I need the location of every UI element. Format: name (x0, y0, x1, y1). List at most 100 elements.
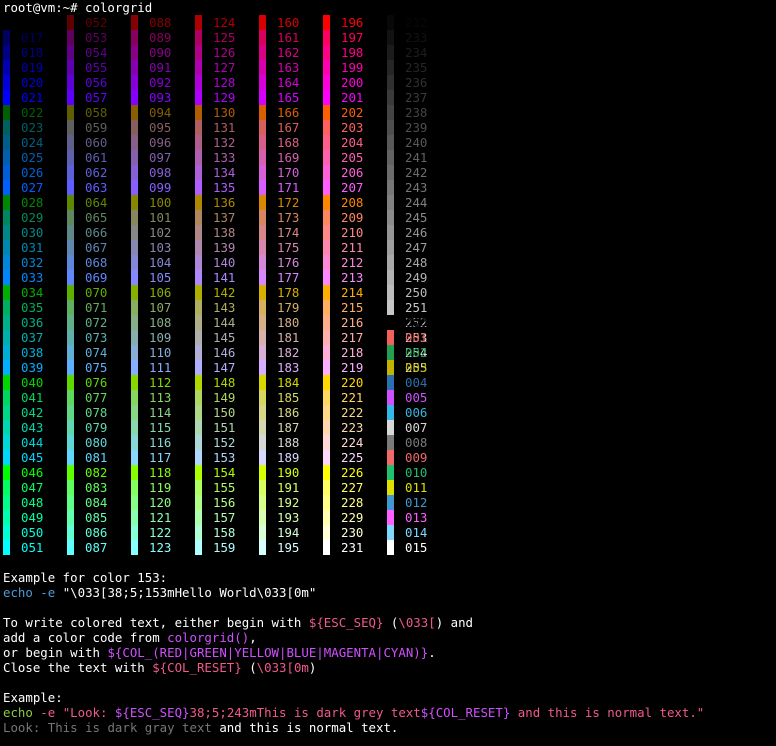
color-swatch (259, 285, 266, 300)
color-swatch (323, 240, 330, 255)
color-code-label: 223 (341, 420, 364, 435)
color-swatch (387, 540, 394, 555)
color-cell-41: 041 (3, 390, 43, 405)
color-swatch (259, 45, 266, 60)
color-code-label: 053 (85, 30, 108, 45)
color-code-label: 244 (405, 195, 428, 210)
color-cell-237: 237 (387, 90, 427, 105)
color-cell-248: 248 (387, 255, 427, 270)
color-code-label: 035 (21, 300, 44, 315)
color-code-label: 043 (21, 420, 44, 435)
color-cell-186: 186 (259, 405, 299, 420)
color-code-label: 124 (213, 15, 236, 30)
color-cell-89: 089 (131, 30, 171, 45)
color-swatch (195, 360, 202, 375)
color-swatch (259, 240, 266, 255)
color-swatch (387, 420, 394, 435)
color-code-label: 090 (149, 45, 172, 60)
color-swatch (259, 225, 266, 240)
color-code-label: 182 (277, 345, 300, 360)
color-cell-223: 223 (323, 420, 363, 435)
color-cell-63: 063 (67, 180, 107, 195)
color-code-label: 104 (149, 255, 172, 270)
color-swatch (387, 480, 394, 495)
output-grey-text: This is dark gray text (47, 720, 212, 735)
color-cell-228: 228 (323, 495, 363, 510)
color-code-label: 000 (405, 315, 428, 330)
color-cell-93: 093 (131, 90, 171, 105)
color-cell-102: 102 (131, 225, 171, 240)
color-cell-119: 119 (131, 480, 171, 495)
color-swatch (67, 120, 74, 135)
color-code-label: 117 (149, 450, 172, 465)
color-cell-43: 043 (3, 420, 43, 435)
color-swatch (67, 450, 74, 465)
color-code-label: 209 (341, 210, 364, 225)
color-code-label: 230 (341, 525, 364, 540)
color-swatch (259, 105, 266, 120)
color-swatch (3, 420, 10, 435)
color-code-label: 225 (341, 450, 364, 465)
color-cell-61: 061 (67, 150, 107, 165)
color-cell-44: 044 (3, 435, 43, 450)
color-swatch (3, 345, 10, 360)
color-code-label: 141 (213, 270, 236, 285)
color-cell-115: 115 (131, 420, 171, 435)
help-line-4: Close the text with ${COL_RESET} (\033[0… (3, 660, 316, 675)
color-cell-227: 227 (323, 480, 363, 495)
color-swatch (131, 345, 138, 360)
color-swatch (195, 300, 202, 315)
color-swatch (3, 240, 10, 255)
color-cell-192: 192 (259, 495, 299, 510)
color-swatch (387, 255, 394, 270)
color-code-label: 203 (341, 120, 364, 135)
color-code-label: 207 (341, 180, 364, 195)
color-cell-70: 070 (67, 285, 107, 300)
color-cell-6: 006 (387, 405, 427, 420)
color-swatch (195, 90, 202, 105)
color-swatch (131, 270, 138, 285)
color-cell-201: 201 (323, 90, 363, 105)
color-code-label: 081 (85, 450, 108, 465)
color-code-label: 084 (85, 495, 108, 510)
color-code-label: 121 (149, 510, 172, 525)
color-swatch (67, 420, 74, 435)
color-swatch (67, 195, 74, 210)
color-code-label: 191 (277, 480, 300, 495)
color-swatch (67, 225, 74, 240)
color-cell-45: 045 (3, 450, 43, 465)
color-swatch (67, 345, 74, 360)
esc-seq-var: ${ESC_SEQ} (114, 705, 190, 720)
color-cell-128: 128 (195, 75, 235, 90)
color-cell-29: 029 (3, 210, 43, 225)
color-cell-58: 058 (67, 105, 107, 120)
color-code-label: 217 (341, 330, 364, 345)
color-swatch (387, 180, 394, 195)
color-swatch (195, 225, 202, 240)
color-code-label: 248 (405, 255, 428, 270)
color-swatch (259, 30, 266, 45)
color-cell-157: 157 (195, 510, 235, 525)
color-code-label: 155 (213, 480, 236, 495)
color-code-label: 174 (277, 225, 300, 240)
color-cell-240: 240 (387, 135, 427, 150)
color-swatch (195, 120, 202, 135)
color-swatch (387, 165, 394, 180)
color-swatch (323, 30, 330, 45)
color-cell-206: 206 (323, 165, 363, 180)
color-code-label: 234 (405, 45, 428, 60)
color-code-label: 089 (149, 30, 172, 45)
color-code-label: 068 (85, 255, 108, 270)
example2-heading: Example: (3, 690, 63, 705)
color-swatch (195, 135, 202, 150)
color-cell-231: 231 (323, 540, 363, 555)
color-cell-114: 114 (131, 405, 171, 420)
color-code-label: 201 (341, 90, 364, 105)
color-swatch (195, 75, 202, 90)
color-swatch (3, 435, 10, 450)
color-cell-198: 198 (323, 45, 363, 60)
color-cell-162: 162 (259, 45, 299, 60)
color-cell-34: 034 (3, 285, 43, 300)
color-cell-230: 230 (323, 525, 363, 540)
color-swatch (131, 30, 138, 45)
